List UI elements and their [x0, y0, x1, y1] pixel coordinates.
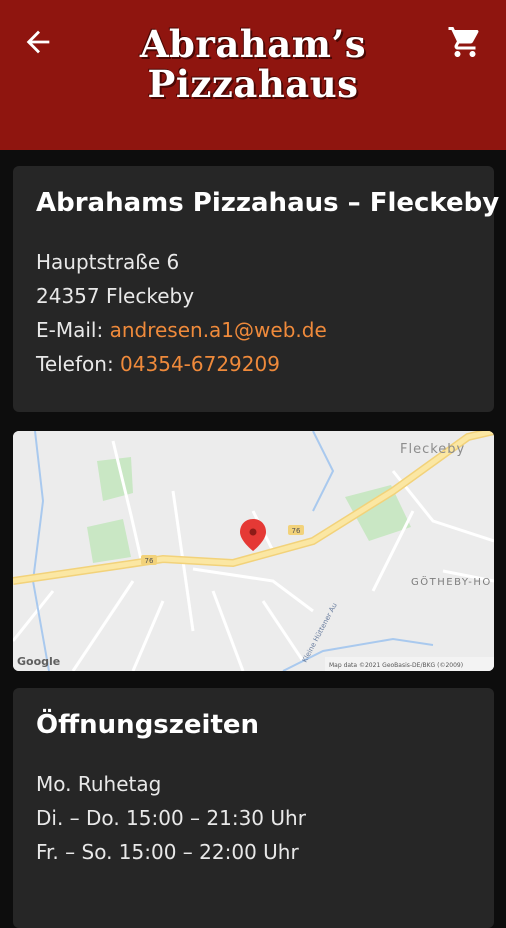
hours-title: Öffnungszeiten	[36, 710, 260, 740]
hours-card: Öffnungszeiten Mo. Ruhetag Di. – Do. 15:…	[13, 688, 494, 928]
hours-row: Fr. – So. 15:00 – 22:00 Uhr	[36, 840, 299, 864]
email-label: E-Mail:	[36, 318, 104, 342]
logo-line-1: Abraham’s	[139, 22, 367, 66]
city-address: 24357 Fleckeby	[36, 284, 195, 308]
restaurant-name: Abrahams Pizzahaus – Fleckeby	[36, 188, 500, 218]
phone-link[interactable]: 04354-6729209	[120, 352, 280, 376]
logo-line-2: Pizzahaus	[147, 62, 359, 106]
place-label: Fleckeby	[400, 442, 465, 457]
email-row: E-Mail: andresen.a1@web.de	[36, 318, 327, 342]
back-button[interactable]	[18, 22, 58, 62]
map-attribution[interactable]: Map data ©2021 GeoBasis-DE/BKG (©2009)	[329, 662, 463, 669]
park-area	[97, 457, 133, 501]
app-bar: Abraham’s Pizzahaus	[0, 0, 506, 150]
district-label: GÖTHEBY-HO	[411, 575, 492, 588]
road-number-label: 76	[145, 557, 154, 565]
phone-row: Telefon: 04354-6729209	[36, 352, 280, 376]
cart-icon	[448, 27, 479, 57]
cart-button[interactable]	[443, 20, 487, 64]
street-address: Hauptstraße 6	[36, 250, 180, 274]
logo: Abraham’s Pizzahaus	[100, 24, 406, 104]
hours-row: Mo. Ruhetag	[36, 772, 162, 796]
google-logo: Google	[17, 655, 60, 668]
email-link[interactable]: andresen.a1@web.de	[110, 318, 327, 342]
road-number-label: 76	[292, 527, 301, 535]
info-card: Abrahams Pizzahaus – Fleckeby Hauptstraß…	[13, 166, 499, 412]
arrow-left-icon	[26, 30, 50, 54]
hours-row: Di. – Do. 15:00 – 21:30 Uhr	[36, 806, 306, 830]
location-map[interactable]: 76 76 Fleckeby GÖTHEBY-HO Kleine Hüttene…	[13, 431, 494, 671]
phone-label: Telefon:	[36, 352, 114, 376]
